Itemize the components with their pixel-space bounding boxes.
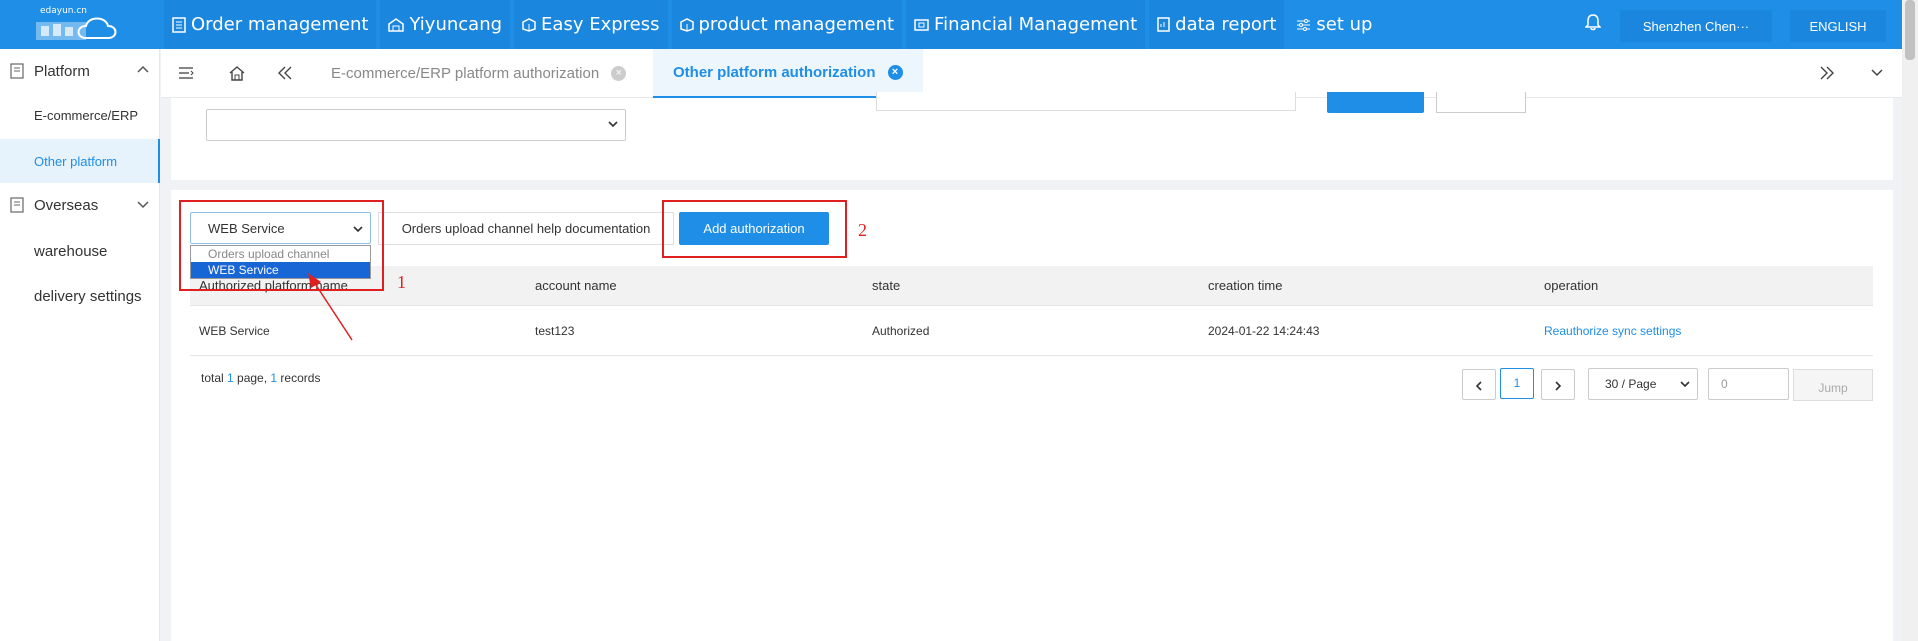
sidebar: Platform E-commerce/ERP Other platform O… [0, 49, 160, 641]
cell-creation-time: 2024-01-22 14:24:43 [1208, 324, 1320, 338]
page-scrollbar[interactable] [1902, 0, 1918, 641]
language-button[interactable]: ENGLISH [1790, 10, 1886, 42]
nav-financial-management[interactable]: Financial Management [906, 0, 1146, 49]
tab-label: Other platform authorization [673, 64, 876, 81]
annotation-marker-2: 2 [858, 220, 867, 240]
main-panel [171, 190, 1893, 641]
double-chevron-right-icon[interactable] [1819, 65, 1835, 81]
document-icon [10, 197, 24, 213]
chevron-left-icon [1475, 381, 1482, 391]
annotation-arrow-icon [308, 273, 353, 341]
previous-page-button[interactable] [1462, 369, 1496, 400]
document-icon [10, 63, 24, 79]
reauthorize-sync-settings-link[interactable]: Reauthorize sync settings [1544, 306, 1681, 356]
box-icon [522, 17, 536, 32]
report-icon [1157, 17, 1170, 32]
sidebar-item-delivery-settings[interactable]: delivery settings [0, 274, 160, 318]
reset-button[interactable] [1436, 92, 1526, 113]
tab-other-platform-authorization[interactable]: Other platform authorization × [653, 49, 923, 98]
total-suffix: records [277, 371, 321, 385]
collapse-menu-icon[interactable] [178, 65, 194, 81]
total-mid: page, [233, 371, 271, 385]
close-icon[interactable]: × [887, 65, 903, 80]
chevron-down-icon [608, 121, 618, 128]
table-header: Authorized platform name account name st… [190, 266, 1873, 306]
box-icon [679, 17, 694, 32]
cell-account-name: test123 [535, 324, 575, 338]
chevron-down-icon [137, 201, 149, 209]
next-page-button[interactable] [1541, 369, 1575, 400]
column-header: creation time [1208, 278, 1283, 293]
total-prefix: total [201, 371, 228, 385]
cloud-logo-icon [36, 17, 117, 40]
scrollbar-thumb[interactable] [1905, 0, 1915, 60]
nav-data-report[interactable]: data report [1149, 0, 1285, 49]
filter-select[interactable] [206, 109, 626, 141]
warehouse-icon [388, 17, 405, 32]
chevron-down-icon[interactable] [1870, 65, 1884, 79]
sidebar-group-label: Overseas [34, 196, 99, 214]
annotation-box-2 [662, 200, 847, 258]
home-icon[interactable] [228, 65, 246, 81]
double-chevron-left-icon[interactable] [277, 65, 293, 81]
tab-label: E-commerce/ERP platform authorization [331, 65, 600, 82]
nav-easy-express[interactable]: Easy Express [514, 0, 668, 49]
total-pages: 1 [227, 371, 234, 385]
jump-button[interactable]: Jump [1793, 369, 1873, 401]
sidebar-item-warehouse[interactable]: warehouse [0, 229, 160, 273]
close-icon[interactable]: × [611, 66, 627, 81]
annotation-marker-1: 1 [397, 272, 406, 292]
main-menu: Order management Yiyuncang Easy Express … [164, 0, 1384, 49]
sidebar-group-overseas[interactable]: Overseas [0, 183, 160, 227]
nav-label: Order management [191, 14, 369, 35]
column-header: account name [535, 278, 617, 293]
bell-icon[interactable] [1585, 13, 1601, 31]
chevron-up-icon [137, 65, 149, 73]
cell-state: Authorized [872, 324, 930, 338]
nav-set-up[interactable]: set up [1288, 0, 1380, 49]
nav-label: Easy Express [541, 14, 660, 35]
search-button[interactable] [1327, 92, 1424, 113]
logo[interactable]: edayun.cn [36, 4, 124, 44]
page-size-select[interactable]: 30 / Page [1588, 368, 1698, 400]
tab-bar: E-commerce/ERP platform authorization × … [161, 49, 1902, 98]
total-summary: total 1 page, 1 records [201, 371, 320, 385]
nav-label: set up [1316, 14, 1373, 35]
help-documentation-button[interactable]: Orders upload channel help documentation [378, 212, 674, 245]
nav-label: Financial Management [934, 14, 1138, 35]
chevron-right-icon [1555, 381, 1562, 391]
nav-label: Yiyuncang [409, 14, 503, 35]
sidebar-group-label: Platform [34, 62, 90, 80]
table-row: WEB Service test123 Authorized 2024-01-2… [190, 306, 1873, 356]
jump-page-input[interactable]: 0 [1708, 368, 1789, 400]
page-size-value: 30 / Page [1605, 377, 1657, 391]
nav-label: data report [1175, 14, 1277, 35]
document-icon [172, 16, 186, 33]
sliders-icon [1297, 19, 1311, 31]
nav-product-management[interactable]: product management [671, 0, 903, 49]
column-header: state [872, 278, 901, 293]
column-header: operation [1544, 278, 1599, 293]
nav-order-management[interactable]: Order management [164, 0, 377, 49]
wallet-icon [914, 19, 929, 31]
nav-yiyuncang[interactable]: Yiyuncang [380, 0, 511, 49]
tab-ecommerce-erp-authorization[interactable]: E-commerce/ERP platform authorization × [331, 49, 627, 98]
filter-input[interactable] [876, 92, 1296, 111]
nav-label: product management [698, 14, 895, 35]
sidebar-item-ecommerce-erp[interactable]: E-commerce/ERP [0, 93, 160, 137]
cell-platform-name: WEB Service [199, 324, 270, 338]
page-number-current[interactable]: 1 [1500, 368, 1534, 399]
sidebar-item-other-platform[interactable]: Other platform [0, 139, 160, 183]
user-account-button[interactable]: Shenzhen Chen··· [1620, 10, 1772, 42]
top-navbar: edayun.cn Order management Yiyuncang Eas… [0, 0, 1902, 49]
chevron-down-icon [1680, 381, 1690, 388]
sidebar-group-platform[interactable]: Platform [0, 49, 160, 93]
